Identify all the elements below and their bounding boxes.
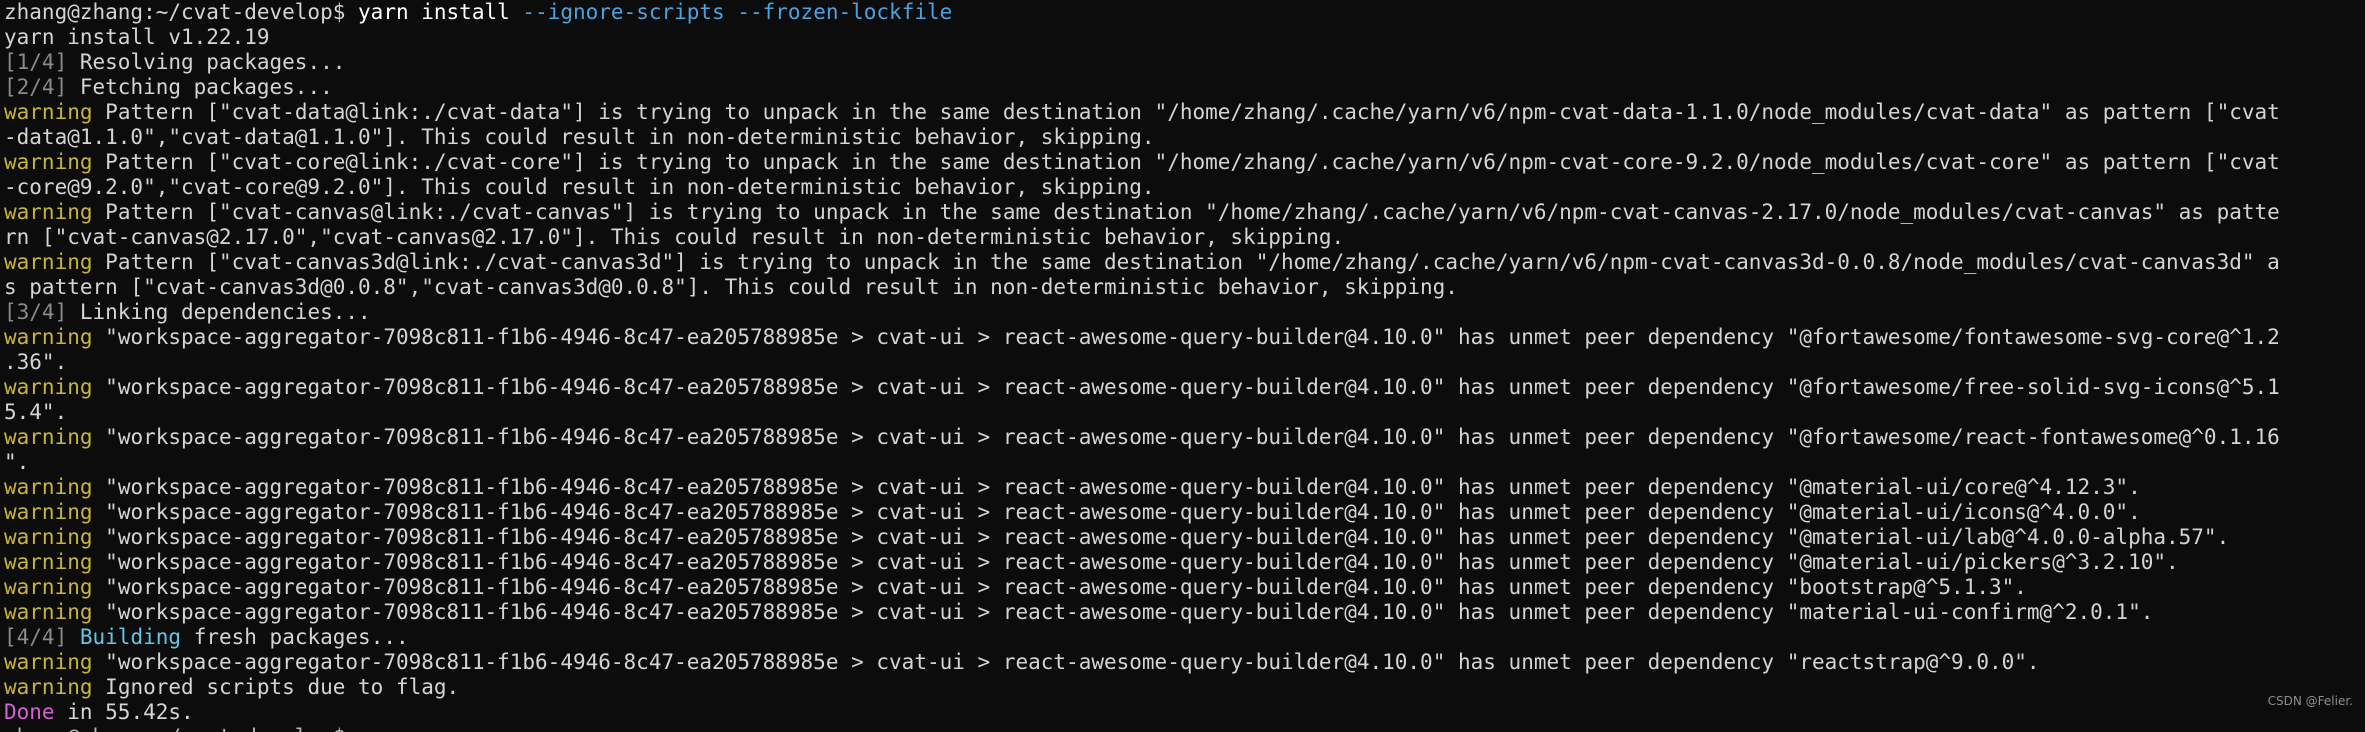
warning-label: warning	[4, 600, 93, 624]
warning-line: warning "workspace-aggregator-7098c811-f…	[4, 550, 2365, 575]
step-resolving: [1/4] Resolving packages...	[4, 50, 2365, 75]
warning-line: warning "workspace-aggregator-7098c811-f…	[4, 325, 2365, 350]
warning-text: Pattern ["cvat-core@link:./cvat-core"] i…	[105, 150, 2280, 174]
warning-text: "workspace-aggregator-7098c811-f1b6-4946…	[105, 325, 2280, 349]
done-line: Done in 55.42s.	[4, 700, 2365, 725]
warning-line: warning Pattern ["cvat-core@link:./cvat-…	[4, 150, 2365, 175]
step-tag: [1/4]	[4, 50, 68, 74]
command-line: zhang@zhang:~/cvat-develop$ yarn install…	[4, 0, 2365, 25]
warning-text: "workspace-aggregator-7098c811-f1b6-4946…	[105, 375, 2280, 399]
warning-continuation: rn ["cvat-canvas@2.17.0","cvat-canvas@2.…	[4, 225, 1345, 249]
warning-label: warning	[4, 200, 93, 224]
shell-prompt: zhang@zhang:~/cvat-develop$	[4, 725, 345, 732]
shell-prompt: zhang@zhang:~/cvat-develop$	[4, 0, 346, 24]
warning-text: "workspace-aggregator-7098c811-f1b6-4946…	[105, 575, 2027, 599]
warning-text: "workspace-aggregator-7098c811-f1b6-4946…	[105, 475, 2141, 499]
warning-line: warning "workspace-aggregator-7098c811-f…	[4, 375, 2365, 400]
warning-label: warning	[4, 475, 93, 499]
warning-text: "workspace-aggregator-7098c811-f1b6-4946…	[105, 600, 2154, 624]
warning-text: "workspace-aggregator-7098c811-f1b6-4946…	[105, 525, 2230, 549]
warning-label: warning	[4, 375, 93, 399]
warning-text: "workspace-aggregator-7098c811-f1b6-4946…	[105, 650, 2040, 674]
warning-label: warning	[4, 325, 93, 349]
warning-line: warning Pattern ["cvat-data@link:./cvat-…	[4, 100, 2365, 125]
warning-label: warning	[4, 550, 93, 574]
warning-label: warning	[4, 525, 93, 549]
warning-line: warning Ignored scripts due to flag.	[4, 675, 2365, 700]
watermark: CSDN @Felier.	[2267, 694, 2353, 708]
warning-continuation: .36".	[4, 350, 68, 374]
warning-continuation: ".	[4, 450, 30, 474]
step-building: [4/4] Building fresh packages...	[4, 625, 2365, 650]
done-text: in 55.42s.	[67, 700, 194, 724]
warning-line: warning "workspace-aggregator-7098c811-f…	[4, 650, 2365, 675]
warning-text: "workspace-aggregator-7098c811-f1b6-4946…	[105, 550, 2179, 574]
warning-line: warning Pattern ["cvat-canvas@link:./cva…	[4, 200, 2365, 225]
warning-text: Ignored scripts due to flag.	[105, 675, 460, 699]
warning-line: warning Pattern ["cvat-canvas3d@link:./c…	[4, 250, 2365, 275]
step-text: fresh packages...	[193, 625, 409, 649]
step-text: Fetching packages...	[79, 75, 333, 99]
warning-label: warning	[4, 425, 93, 449]
warning-continuation: s pattern ["cvat-canvas3d@0.0.8","cvat-c…	[4, 275, 1458, 299]
warning-continuation: 5.4".	[4, 400, 68, 424]
terminal-window[interactable]: zhang@zhang:~/cvat-develop$ yarn install…	[0, 0, 2365, 732]
warning-text: "workspace-aggregator-7098c811-f1b6-4946…	[105, 425, 2280, 449]
warning-line: warning "workspace-aggregator-7098c811-f…	[4, 500, 2365, 525]
command-text: yarn install	[358, 0, 510, 24]
warning-line: warning "workspace-aggregator-7098c811-f…	[4, 475, 2365, 500]
next-prompt-line: zhang@zhang:~/cvat-develop$	[4, 725, 2365, 732]
version-line: yarn install v1.22.19	[4, 25, 270, 49]
warning-text: Pattern ["cvat-data@link:./cvat-data"] i…	[105, 100, 2280, 124]
warning-continuation: -core@9.2.0","cvat-core@9.2.0"]. This co…	[4, 175, 1155, 199]
command-flags: --ignore-scripts --frozen-lockfile	[522, 0, 953, 24]
warning-line: warning "workspace-aggregator-7098c811-f…	[4, 525, 2365, 550]
warning-label: warning	[4, 650, 93, 674]
step-text: Linking dependencies...	[79, 300, 371, 324]
step-tag: [3/4]	[4, 300, 68, 324]
warning-label: warning	[4, 500, 93, 524]
warning-label: warning	[4, 575, 93, 599]
warning-label: warning	[4, 250, 93, 274]
warning-text: Pattern ["cvat-canvas@link:./cvat-canvas…	[105, 200, 2280, 224]
step-word: Building	[79, 625, 182, 649]
warning-line: warning "workspace-aggregator-7098c811-f…	[4, 600, 2365, 625]
warning-label: warning	[4, 100, 93, 124]
warning-label: warning	[4, 150, 93, 174]
warning-continuation: -data@1.1.0","cvat-data@1.1.0"]. This co…	[4, 125, 1155, 149]
warning-text: "workspace-aggregator-7098c811-f1b6-4946…	[105, 500, 2141, 524]
step-tag: [4/4]	[4, 625, 68, 649]
warning-text: Pattern ["cvat-canvas3d@link:./cvat-canv…	[105, 250, 2280, 274]
warning-line: warning "workspace-aggregator-7098c811-f…	[4, 575, 2365, 600]
step-linking: [3/4] Linking dependencies...	[4, 300, 2365, 325]
step-text: Resolving packages...	[79, 50, 346, 74]
warning-line: warning "workspace-aggregator-7098c811-f…	[4, 425, 2365, 450]
step-tag: [2/4]	[4, 75, 68, 99]
done-label: Done	[4, 700, 55, 724]
step-fetching: [2/4] Fetching packages...	[4, 75, 2365, 100]
warning-label: warning	[4, 675, 93, 699]
